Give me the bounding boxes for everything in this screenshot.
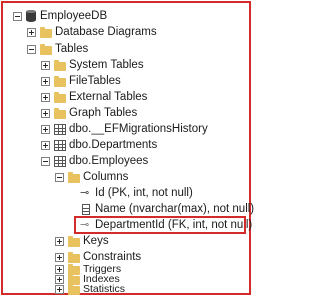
tree-node-database-diagrams[interactable]: Database Diagrams <box>0 24 250 40</box>
tree-node-system-tables[interactable]: System Tables <box>0 57 250 73</box>
expand-toggle[interactable] <box>41 93 50 102</box>
node-label: dbo.__EFMigrationsHistory <box>69 123 208 135</box>
table-icon <box>54 140 66 151</box>
tree-node-employeedb[interactable]: EmployeeDB <box>0 8 250 24</box>
node-label: Tables <box>55 43 89 55</box>
column-icon <box>82 204 90 215</box>
node-label: System Tables <box>69 59 144 71</box>
tree-node-column-id[interactable]: ⊸ Id (PK, int, not null) <box>0 185 250 201</box>
tree-node-statistics[interactable]: Statistics <box>0 283 250 295</box>
node-label: Database Diagrams <box>55 26 157 38</box>
tree-node-departments[interactable]: dbo.Departments <box>0 137 250 153</box>
node-label: dbo.Departments <box>69 139 158 151</box>
expand-toggle[interactable] <box>41 141 50 150</box>
tree-node-graph-tables[interactable]: Graph Tables <box>0 105 250 121</box>
collapse-toggle[interactable] <box>13 12 22 21</box>
folder-icon <box>68 284 80 295</box>
expand-toggle[interactable] <box>55 237 64 246</box>
expand-toggle[interactable] <box>27 28 36 37</box>
node-label: Statistics <box>83 283 126 295</box>
tree-node-external-tables[interactable]: External Tables <box>0 89 250 105</box>
node-label: Keys <box>83 235 109 247</box>
expand-toggle[interactable] <box>41 109 50 118</box>
node-label: FileTables <box>69 75 121 87</box>
folder-icon <box>54 76 66 87</box>
node-label: External Tables <box>69 91 148 103</box>
expand-toggle[interactable] <box>41 61 50 70</box>
tree-node-filetables[interactable]: FileTables <box>0 73 250 89</box>
folder-icon <box>54 60 66 71</box>
expand-toggle[interactable] <box>55 285 64 294</box>
table-icon <box>54 124 66 135</box>
folder-icon <box>54 92 66 103</box>
collapse-toggle[interactable] <box>41 157 50 166</box>
table-icon <box>54 156 66 167</box>
node-label: EmployeeDB <box>40 10 108 22</box>
tree-node-keys[interactable]: Keys <box>0 233 250 249</box>
folder-icon <box>68 236 80 247</box>
folder-icon <box>40 44 52 55</box>
database-icon <box>26 10 36 22</box>
node-label: Graph Tables <box>69 107 138 119</box>
primary-key-icon: ⊸ <box>80 187 90 199</box>
collapse-toggle[interactable] <box>27 45 36 54</box>
tree-node-tables[interactable]: Tables <box>0 41 250 57</box>
node-label: dbo.Employees <box>69 155 149 167</box>
collapse-toggle[interactable] <box>55 173 64 182</box>
expand-toggle[interactable] <box>55 253 64 262</box>
highlight-box <box>74 216 246 234</box>
folder-icon <box>54 108 66 119</box>
tree-node-column-name[interactable]: Name (nvarchar(max), not null) <box>0 201 254 217</box>
node-label: Name (nvarchar(max), not null) <box>95 203 255 215</box>
folder-icon <box>68 172 80 183</box>
expand-toggle[interactable] <box>41 125 50 134</box>
tree-node-employees[interactable]: dbo.Employees <box>0 153 250 169</box>
tree-node-columns[interactable]: Columns <box>0 169 250 185</box>
folder-icon <box>68 252 80 263</box>
node-label: Id (PK, int, not null) <box>95 187 193 199</box>
node-label: Columns <box>83 171 129 183</box>
expand-toggle[interactable] <box>41 77 50 86</box>
folder-icon <box>40 27 52 38</box>
tree-node-efmigrationshistory[interactable]: dbo.__EFMigrationsHistory <box>0 121 250 137</box>
